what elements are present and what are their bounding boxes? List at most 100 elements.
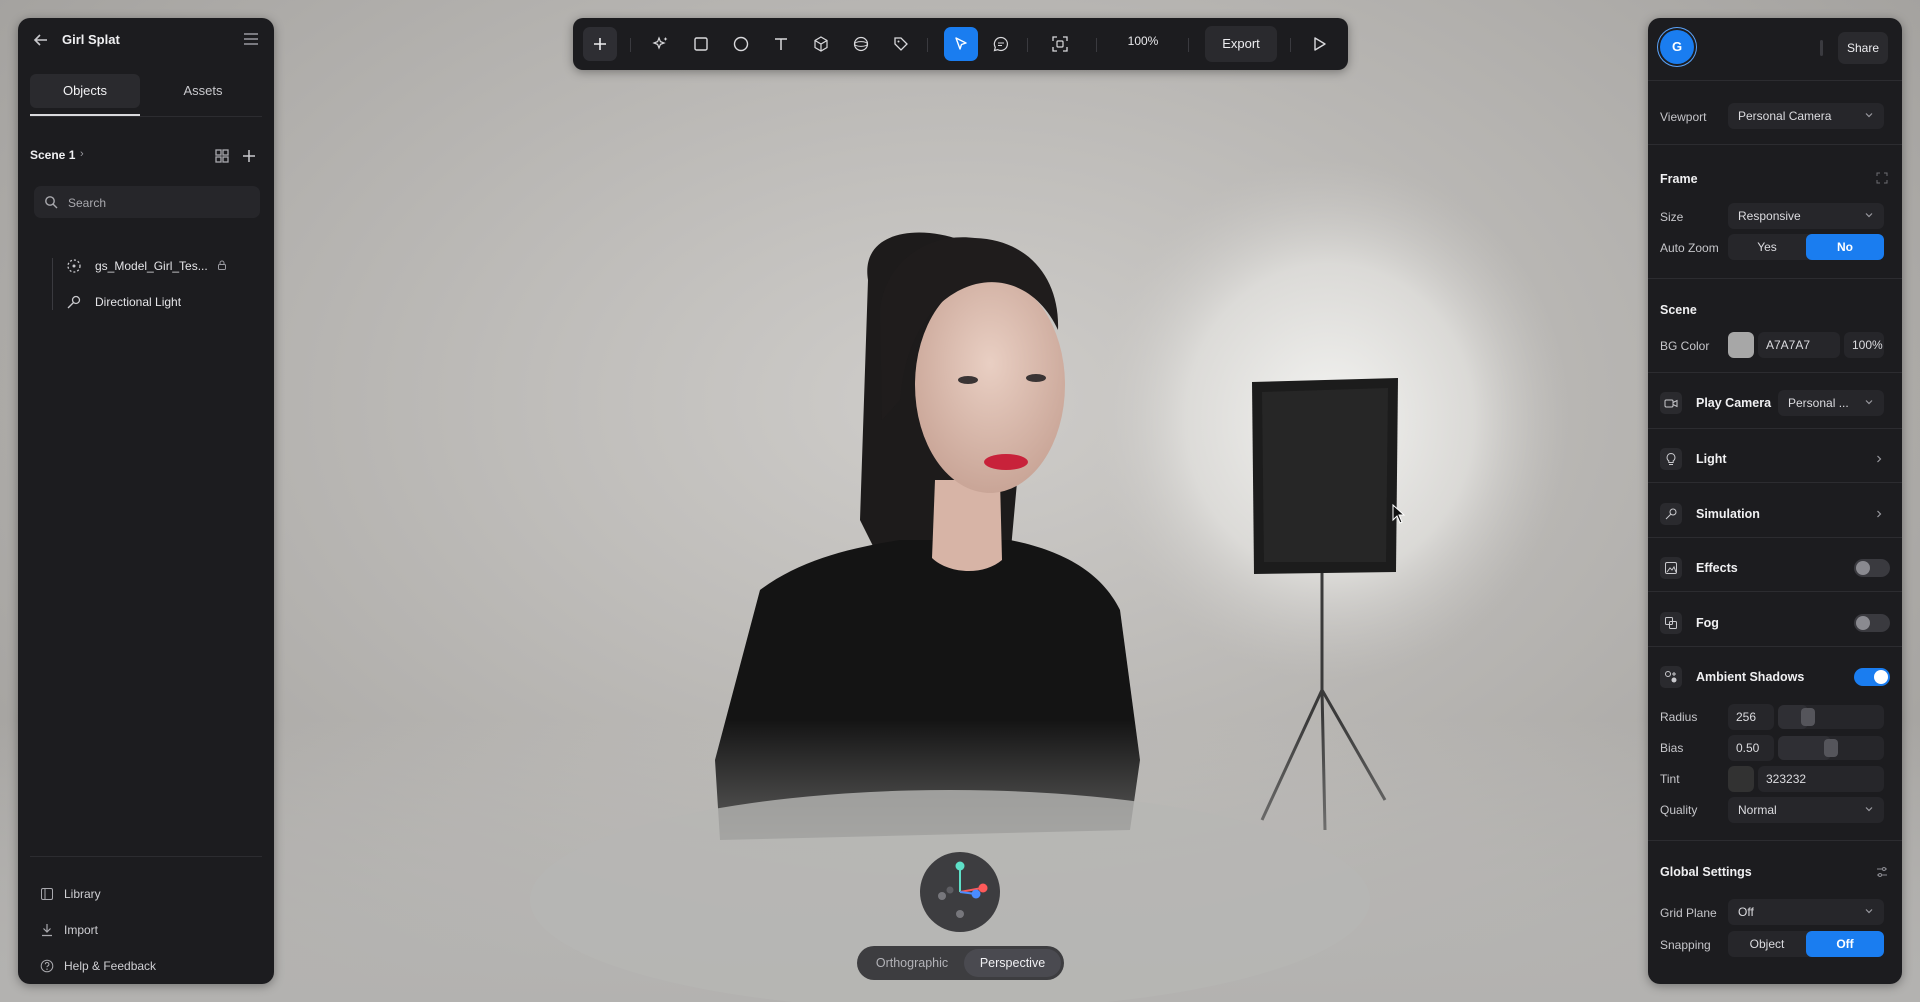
text-icon <box>775 38 787 50</box>
scene-label: Scene 1 <box>30 148 76 162</box>
bias-slider-thumb[interactable] <box>1824 739 1838 757</box>
bg-color-hex-field[interactable]: A7A7A7 <box>1758 332 1840 358</box>
simulation-label: Simulation <box>1696 507 1760 521</box>
add-icon <box>594 38 606 50</box>
ambient-shadows-label: Ambient Shadows <box>1696 670 1805 684</box>
tint-color-swatch[interactable] <box>1728 766 1754 792</box>
mouse-cursor-icon <box>1392 504 1406 524</box>
library-label: Library <box>64 887 101 901</box>
play-camera-dropdown[interactable]: Personal ... <box>1778 390 1884 416</box>
radius-slider-thumb[interactable] <box>1801 708 1815 726</box>
right-panel: G Share Viewport Personal Camera Frame S… <box>1648 18 1902 984</box>
comment-tool[interactable] <box>984 27 1018 61</box>
tab-assets[interactable]: Assets <box>148 74 258 108</box>
quality-dropdown[interactable]: Normal <box>1728 797 1884 823</box>
tree-item-splat[interactable]: gs_Model_Girl_Tes... <box>48 254 268 278</box>
viewport-dropdown[interactable]: Personal Camera <box>1728 103 1884 129</box>
light-row[interactable]: Light <box>1660 446 1892 472</box>
snapping-off[interactable]: Off <box>1806 931 1884 957</box>
export-button[interactable]: Export <box>1205 26 1277 62</box>
rectangle-tool[interactable] <box>684 27 718 61</box>
frame-icon <box>1052 36 1068 52</box>
tint-hex-field[interactable]: 323232 <box>1758 766 1884 792</box>
radius-slider[interactable] <box>1778 705 1884 729</box>
radius-field[interactable]: 256 <box>1728 704 1774 730</box>
grid-view-icon[interactable] <box>214 148 230 164</box>
library-link[interactable]: Library <box>40 882 240 906</box>
autozoom-no[interactable]: No <box>1806 234 1884 260</box>
settings-sliders-icon[interactable] <box>1876 866 1888 878</box>
sphere-tool[interactable] <box>844 27 878 61</box>
play-camera-value: Personal ... <box>1788 396 1849 410</box>
tree-item-light[interactable]: Directional Light <box>48 290 268 314</box>
ambient-shadows-toggle[interactable] <box>1854 668 1890 686</box>
effects-toggle[interactable] <box>1854 559 1890 577</box>
simulation-row[interactable]: Simulation <box>1660 501 1892 527</box>
tag-tool[interactable] <box>884 27 918 61</box>
autozoom-yes[interactable]: Yes <box>1728 234 1806 260</box>
fog-icon <box>1660 612 1682 634</box>
frame-tool[interactable] <box>1043 27 1077 61</box>
divider <box>1820 40 1823 56</box>
tint-label: Tint <box>1660 772 1680 786</box>
rectangle-icon <box>694 37 708 51</box>
tree-item-label: gs_Model_Girl_Tes... <box>95 259 208 273</box>
size-value: Responsive <box>1738 209 1801 223</box>
fog-toggle[interactable] <box>1854 614 1890 632</box>
grid-plane-dropdown[interactable]: Off <box>1728 899 1884 925</box>
help-feedback-link[interactable]: Help & Feedback <box>40 954 240 978</box>
search-input[interactable] <box>66 186 255 220</box>
select-arrow-icon <box>955 37 967 50</box>
divider <box>1096 38 1097 52</box>
scene-selector[interactable]: Scene 1 › <box>30 146 262 166</box>
avatar[interactable]: G <box>1660 30 1694 64</box>
share-button[interactable]: Share <box>1838 32 1888 64</box>
tint-hex: 323232 <box>1766 772 1807 786</box>
fullscreen-icon[interactable] <box>1876 172 1888 184</box>
select-tool[interactable] <box>944 27 978 61</box>
video-camera-icon <box>1660 392 1682 414</box>
global-settings-heading: Global Settings <box>1660 865 1752 879</box>
chevron-down-icon <box>1865 400 1873 405</box>
bias-field[interactable]: 0.50 <box>1728 735 1774 761</box>
help-label: Help & Feedback <box>64 959 157 973</box>
cube-tool[interactable] <box>804 27 838 61</box>
divider <box>1648 372 1902 373</box>
autozoom-toggle: Yes No <box>1728 234 1884 260</box>
lock-icon[interactable] <box>216 259 228 271</box>
back-arrow-icon[interactable] <box>32 31 50 49</box>
radius-label: Radius <box>1660 710 1698 724</box>
bias-slider[interactable] <box>1778 736 1884 760</box>
divider <box>1188 38 1189 52</box>
orthographic-option[interactable]: Orthographic <box>860 949 964 977</box>
size-dropdown[interactable]: Responsive <box>1728 203 1884 229</box>
lightbulb-icon <box>1660 448 1682 470</box>
ai-generate-button[interactable] <box>644 27 678 61</box>
import-link[interactable]: Import <box>40 918 240 942</box>
panel-tabs: Objects Assets <box>30 74 262 108</box>
chevron-down-icon <box>1865 213 1873 218</box>
text-tool[interactable] <box>764 27 798 61</box>
grid-plane-label: Grid Plane <box>1660 906 1717 920</box>
snapping-toggle: Object Off <box>1728 931 1884 957</box>
zoom-level[interactable]: 100% <box>1118 34 1168 48</box>
tab-objects[interactable]: Objects <box>30 74 140 108</box>
perspective-option[interactable]: Perspective <box>964 949 1061 977</box>
hamburger-menu-icon[interactable] <box>242 30 260 48</box>
divider <box>1648 482 1902 483</box>
chevron-down-icon <box>1865 807 1873 812</box>
axis-gizmo[interactable] <box>920 852 1000 932</box>
bias-value: 0.50 <box>1736 741 1760 755</box>
bg-color-swatch[interactable] <box>1728 332 1754 358</box>
add-scene-icon[interactable] <box>240 147 258 165</box>
play-button[interactable] <box>1302 27 1336 61</box>
top-toolbar: 100% Export <box>573 18 1348 70</box>
effects-label: Effects <box>1696 561 1738 575</box>
snapping-object[interactable]: Object <box>1728 931 1806 957</box>
ellipse-tool[interactable] <box>724 27 758 61</box>
autozoom-label: Auto Zoom <box>1660 241 1719 255</box>
divider <box>630 38 631 52</box>
add-button[interactable] <box>583 27 617 61</box>
bg-opacity-field[interactable]: 100% <box>1844 332 1884 358</box>
light-label: Light <box>1696 452 1727 466</box>
